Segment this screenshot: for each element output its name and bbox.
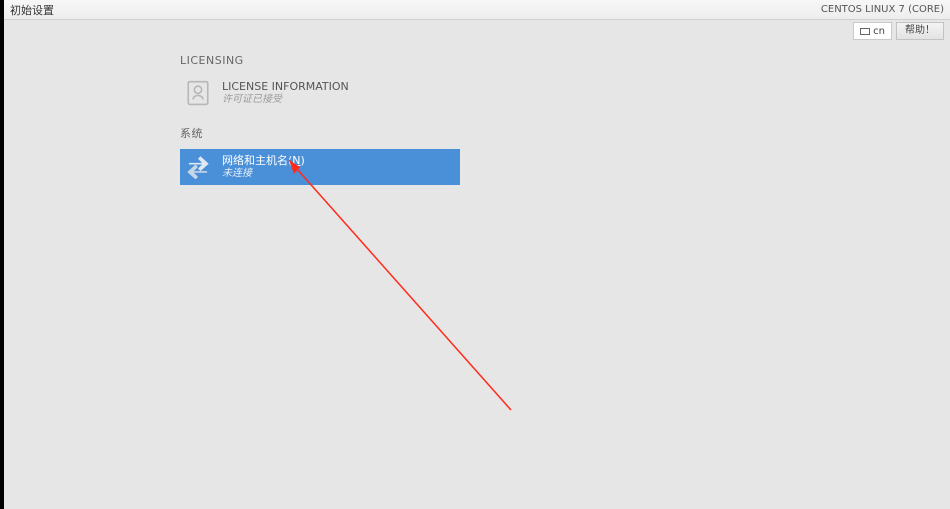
- license-icon: [184, 79, 212, 107]
- network-title: 网络和主机名(N): [222, 154, 305, 168]
- main-content: LICENSING LICENSE INFORMATION 许可证已接受 系统: [180, 54, 740, 185]
- network-title-suffix: ): [301, 154, 305, 167]
- network-icon: [184, 153, 212, 181]
- keyboard-layout-indicator[interactable]: cn: [853, 22, 892, 40]
- spoke-license-text: LICENSE INFORMATION 许可证已接受: [222, 80, 349, 106]
- distro-label: CENTOS LINUX 7 (CORE): [821, 4, 944, 15]
- network-status: 未连接: [222, 168, 305, 181]
- top-toolbar: cn 帮助！: [853, 22, 944, 40]
- license-status: 许可证已接受: [222, 94, 349, 107]
- network-title-hotkey: N: [292, 154, 300, 167]
- help-button[interactable]: 帮助！: [896, 22, 944, 40]
- network-title-prefix: 网络和主机名(: [222, 154, 292, 167]
- titlebar: 初始设置 CENTOS LINUX 7 (CORE): [4, 0, 950, 20]
- spoke-license[interactable]: LICENSE INFORMATION 许可证已接受: [180, 75, 460, 111]
- initial-setup-window: 初始设置 CENTOS LINUX 7 (CORE) cn 帮助！ LICENS…: [4, 0, 950, 509]
- spoke-network-text: 网络和主机名(N) 未连接: [222, 154, 305, 180]
- lang-code: cn: [873, 26, 885, 37]
- license-title: LICENSE INFORMATION: [222, 80, 349, 94]
- system-heading: 系统: [180, 125, 740, 141]
- keyboard-icon: [860, 28, 870, 35]
- licensing-heading: LICENSING: [180, 54, 740, 67]
- app-title: 初始设置: [10, 2, 54, 18]
- spoke-network[interactable]: 网络和主机名(N) 未连接: [180, 149, 460, 185]
